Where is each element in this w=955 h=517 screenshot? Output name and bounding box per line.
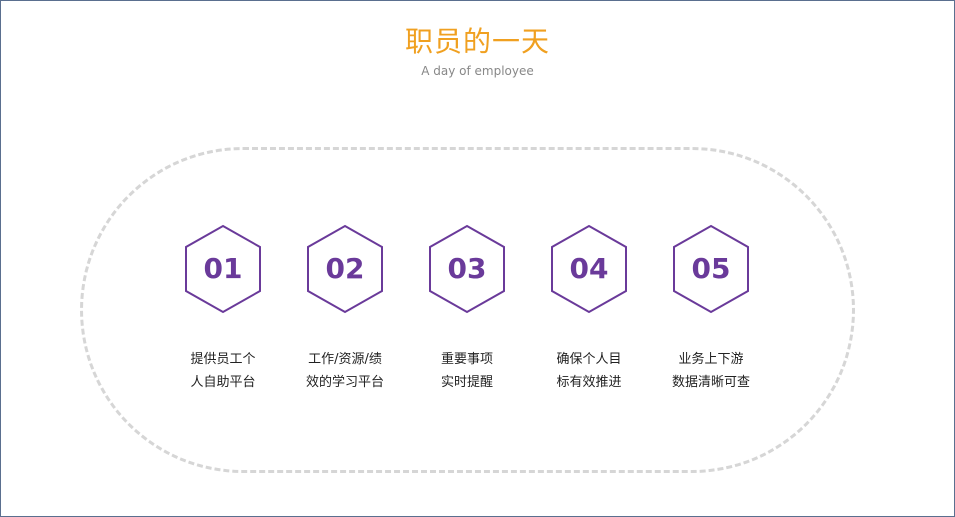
step-number: 01 [203, 252, 243, 285]
step-description-line: 工作/资源/绩 [308, 352, 382, 367]
step-number: 04 [569, 252, 609, 285]
step-description-line: 人自助平台 [190, 375, 256, 390]
step-description-line: 重要事项 [440, 352, 493, 367]
step-description: 提供员工个 人自助平台 [158, 348, 288, 394]
step-number: 05 [691, 252, 731, 285]
step-description-line: 确保个人目 [556, 352, 622, 367]
step-number: 02 [325, 252, 365, 285]
step-description-line: 实时提醒 [440, 375, 493, 390]
step-description-line: 效的学习平台 [305, 375, 384, 390]
step-description: 业务上下游 数据清晰可查 [646, 348, 776, 394]
step-description-line: 提供员工个 [190, 352, 256, 367]
step-description: 工作/资源/绩 效的学习平台 [280, 348, 410, 394]
steps-container: 01 提供员工个 人自助平台 02 工作/资源/绩 效的学习平台 03 重要事项… [0, 0, 955, 517]
step-description: 重要事项 实时提醒 [402, 348, 532, 394]
step-description: 确保个人目 标有效推进 [524, 348, 654, 394]
step-description-line: 业务上下游 [678, 352, 744, 367]
step-description-line: 数据清晰可查 [671, 375, 750, 390]
step-description-line: 标有效推进 [556, 375, 622, 390]
step-number: 03 [447, 252, 487, 285]
